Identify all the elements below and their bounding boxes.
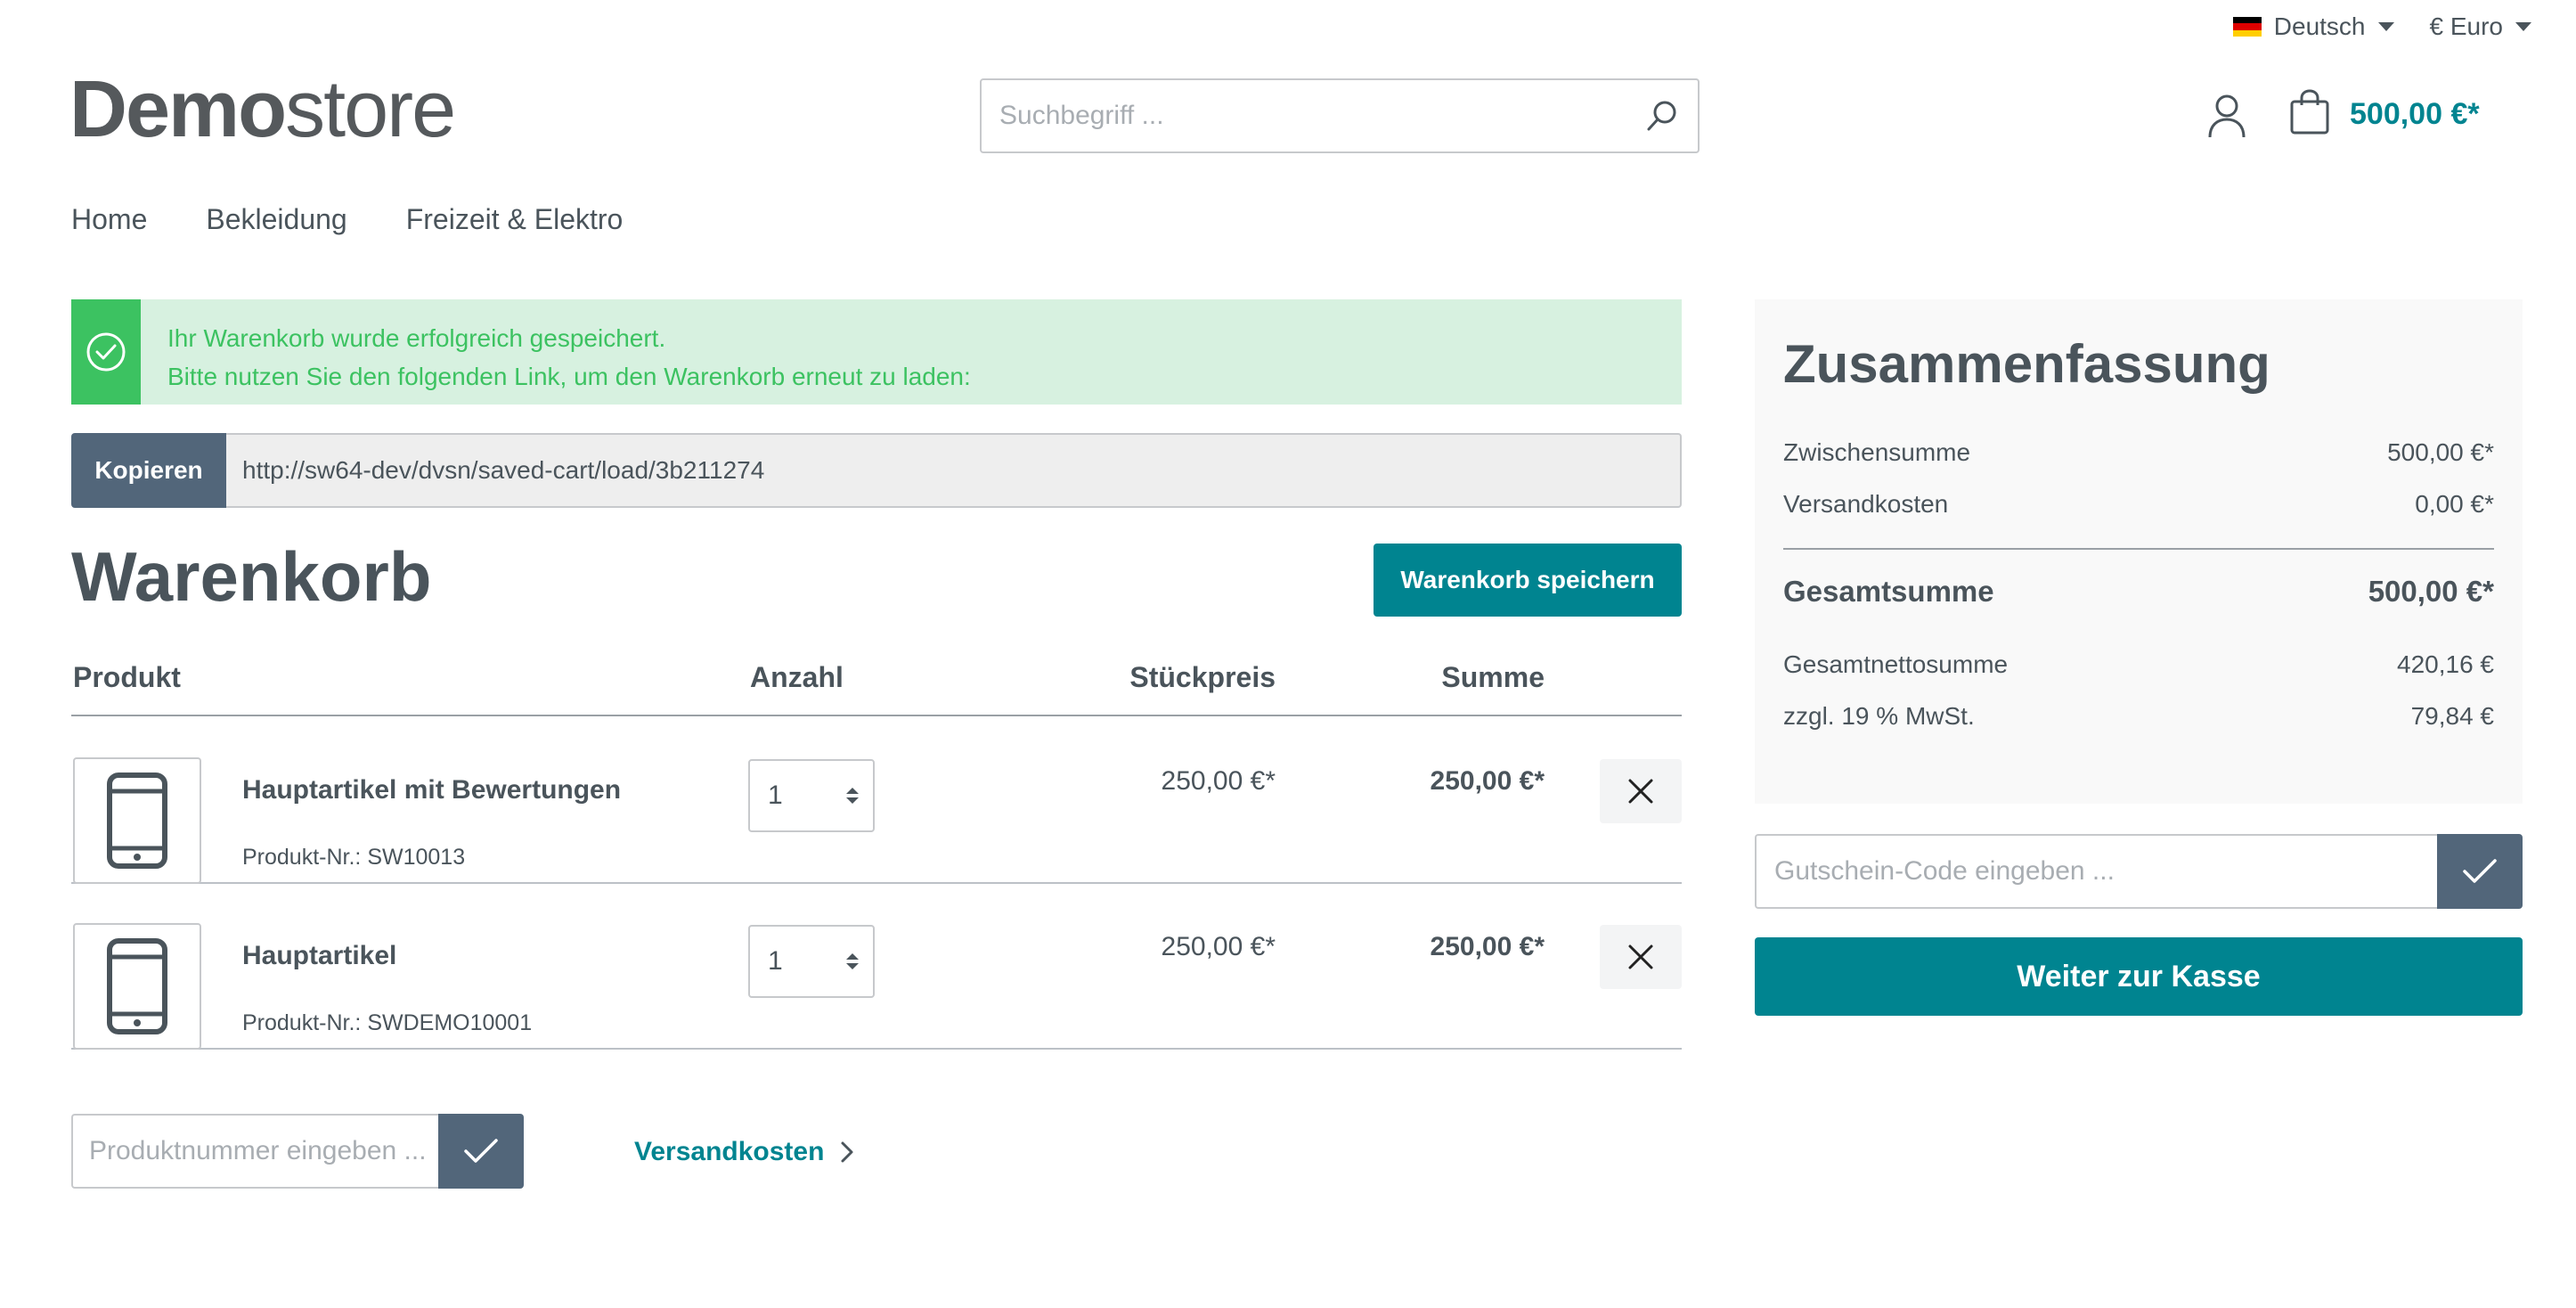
currency-label: € Euro: [2429, 12, 2504, 40]
order-summary: Zusammenfassung Zwischensumme 500,00 €* …: [1755, 299, 2523, 804]
summary-net-total: Gesamtnettosumme 420,16 €: [1783, 639, 2494, 691]
quantity-select[interactable]: 1: [748, 759, 875, 832]
voucher-input[interactable]: [1755, 834, 2437, 909]
summary-total: Gesamtsumme 500,00 €*: [1783, 566, 2494, 617]
summary-subtotal: Zwischensumme 500,00 €*: [1783, 427, 2494, 478]
summary-vat: zzgl. 19 % MwSt. 79,84 €: [1783, 691, 2494, 742]
main-navigation: Home Bekleidung Freizeit & Elektro: [71, 203, 623, 236]
alert-line-1: Ihr Warenkorb wurde erfolgreich gespeich…: [167, 324, 666, 352]
net-total-label: Gesamtnettosumme: [1783, 650, 2009, 678]
check-circle-icon: [86, 332, 126, 372]
check-icon: [464, 1139, 498, 1163]
smartphone-icon: [107, 773, 167, 869]
quantity-value: 1: [768, 946, 783, 976]
language-label: Deutsch: [2273, 12, 2366, 40]
add-product-form: [71, 1114, 524, 1189]
alert-text: Ihr Warenkorb wurde erfolgreich gespeich…: [141, 299, 971, 405]
logo-light-text: store: [285, 65, 456, 154]
checkout-button[interactable]: Weiter zur Kasse: [1755, 937, 2523, 1016]
shipping-value: 0,00 €*: [2415, 490, 2494, 518]
line-total: 250,00 €*: [1430, 766, 1545, 796]
vat-value: 79,84 €: [2410, 702, 2494, 730]
product-number: Produkt-Nr.: SW10013: [242, 845, 466, 870]
column-total: Summe: [1441, 661, 1545, 693]
table-row: Hauptartikel Produkt-Nr.: SWDEMO10001 1 …: [71, 884, 1682, 1050]
summary-divider: [1783, 548, 2494, 550]
close-icon: [1628, 944, 1653, 969]
copy-button[interactable]: Kopieren: [71, 433, 226, 508]
nav-item-bekleidung[interactable]: Bekleidung: [206, 203, 346, 236]
shipping-costs-label: Versandkosten: [634, 1137, 825, 1166]
unit-price: 250,00 €*: [1161, 932, 1276, 961]
nav-item-freizeit-elektro[interactable]: Freizeit & Elektro: [406, 203, 624, 236]
chevron-down-icon: [2515, 22, 2531, 31]
close-icon: [1628, 779, 1653, 804]
save-cart-button[interactable]: Warenkorb speichern: [1374, 544, 1682, 617]
apply-voucher-button[interactable]: [2437, 834, 2523, 909]
product-image[interactable]: [73, 757, 201, 884]
page-title: Warenkorb: [71, 537, 432, 616]
unit-price: 250,00 €*: [1161, 766, 1276, 796]
subtotal-value: 500,00 €*: [2387, 438, 2494, 466]
product-name[interactable]: Hauptartikel mit Bewertungen: [242, 775, 621, 805]
total-label: Gesamtsumme: [1783, 575, 1994, 608]
chevron-right-icon: [841, 1141, 853, 1163]
voucher-form: [1755, 834, 2523, 909]
column-quantity: Anzahl: [750, 661, 844, 693]
logo-bold-text: Demo: [69, 65, 287, 154]
cart-amount: 500,00 €*: [2350, 97, 2480, 131]
product-number: Produkt-Nr.: SWDEMO10001: [242, 1010, 533, 1035]
quantity-select[interactable]: 1: [748, 925, 875, 998]
summary-shipping: Versandkosten 0,00 €*: [1783, 478, 2494, 530]
remove-item-button[interactable]: [1600, 925, 1682, 989]
summary-title: Zusammenfassung: [1783, 334, 2270, 394]
shipping-costs-link[interactable]: Versandkosten: [634, 1137, 854, 1167]
search-bar: [980, 78, 1700, 153]
total-value: 500,00 €*: [2368, 575, 2494, 608]
shopping-bag-icon: [2289, 89, 2330, 140]
add-product-button[interactable]: [438, 1114, 524, 1189]
shipping-label: Versandkosten: [1783, 490, 1949, 518]
saved-cart-link-row: Kopieren http://sw64-dev/dvsn/saved-cart…: [71, 433, 1682, 508]
alert-line-2: Bitte nutzen Sie den folgenden Link, um …: [167, 363, 971, 390]
store-logo[interactable]: Demostore: [69, 69, 456, 150]
saved-cart-link-field[interactable]: http://sw64-dev/dvsn/saved-cart/load/3b2…: [226, 433, 1682, 508]
topbar: Deutsch € Euro: [2232, 12, 2531, 41]
column-unit-price: Stückpreis: [1129, 661, 1276, 693]
select-arrows-icon: [846, 788, 859, 804]
subtotal-label: Zwischensumme: [1783, 438, 1971, 466]
german-flag-icon: [2232, 17, 2262, 37]
search-icon[interactable]: [1626, 80, 1698, 151]
remove-item-button[interactable]: [1600, 759, 1682, 823]
success-alert: Ihr Warenkorb wurde erfolgreich gespeich…: [71, 299, 1682, 405]
account-icon[interactable]: [2205, 93, 2248, 139]
check-icon: [2463, 859, 2497, 883]
vat-label: zzgl. 19 % MwSt.: [1783, 702, 1975, 730]
currency-dropdown[interactable]: € Euro: [2429, 12, 2531, 41]
chevron-down-icon: [2377, 22, 2394, 31]
line-total: 250,00 €*: [1430, 932, 1545, 961]
cart-table-header: Produkt Anzahl Stückpreis Summe: [71, 656, 1682, 716]
column-product: Produkt: [73, 661, 181, 693]
smartphone-icon: [107, 938, 167, 1034]
search-input[interactable]: [982, 80, 1626, 151]
cart-widget[interactable]: 500,00 €*: [2289, 89, 2480, 140]
select-arrows-icon: [846, 953, 859, 969]
product-image[interactable]: [73, 923, 201, 1050]
quantity-value: 1: [768, 781, 783, 810]
language-dropdown[interactable]: Deutsch: [2232, 12, 2394, 41]
table-row: Hauptartikel mit Bewertungen Produkt-Nr.…: [71, 718, 1682, 884]
alert-icon-area: [71, 299, 141, 405]
nav-item-home[interactable]: Home: [71, 203, 147, 236]
product-number-input[interactable]: [71, 1114, 438, 1189]
product-name[interactable]: Hauptartikel: [242, 941, 396, 971]
net-total-value: 420,16 €: [2397, 650, 2494, 678]
